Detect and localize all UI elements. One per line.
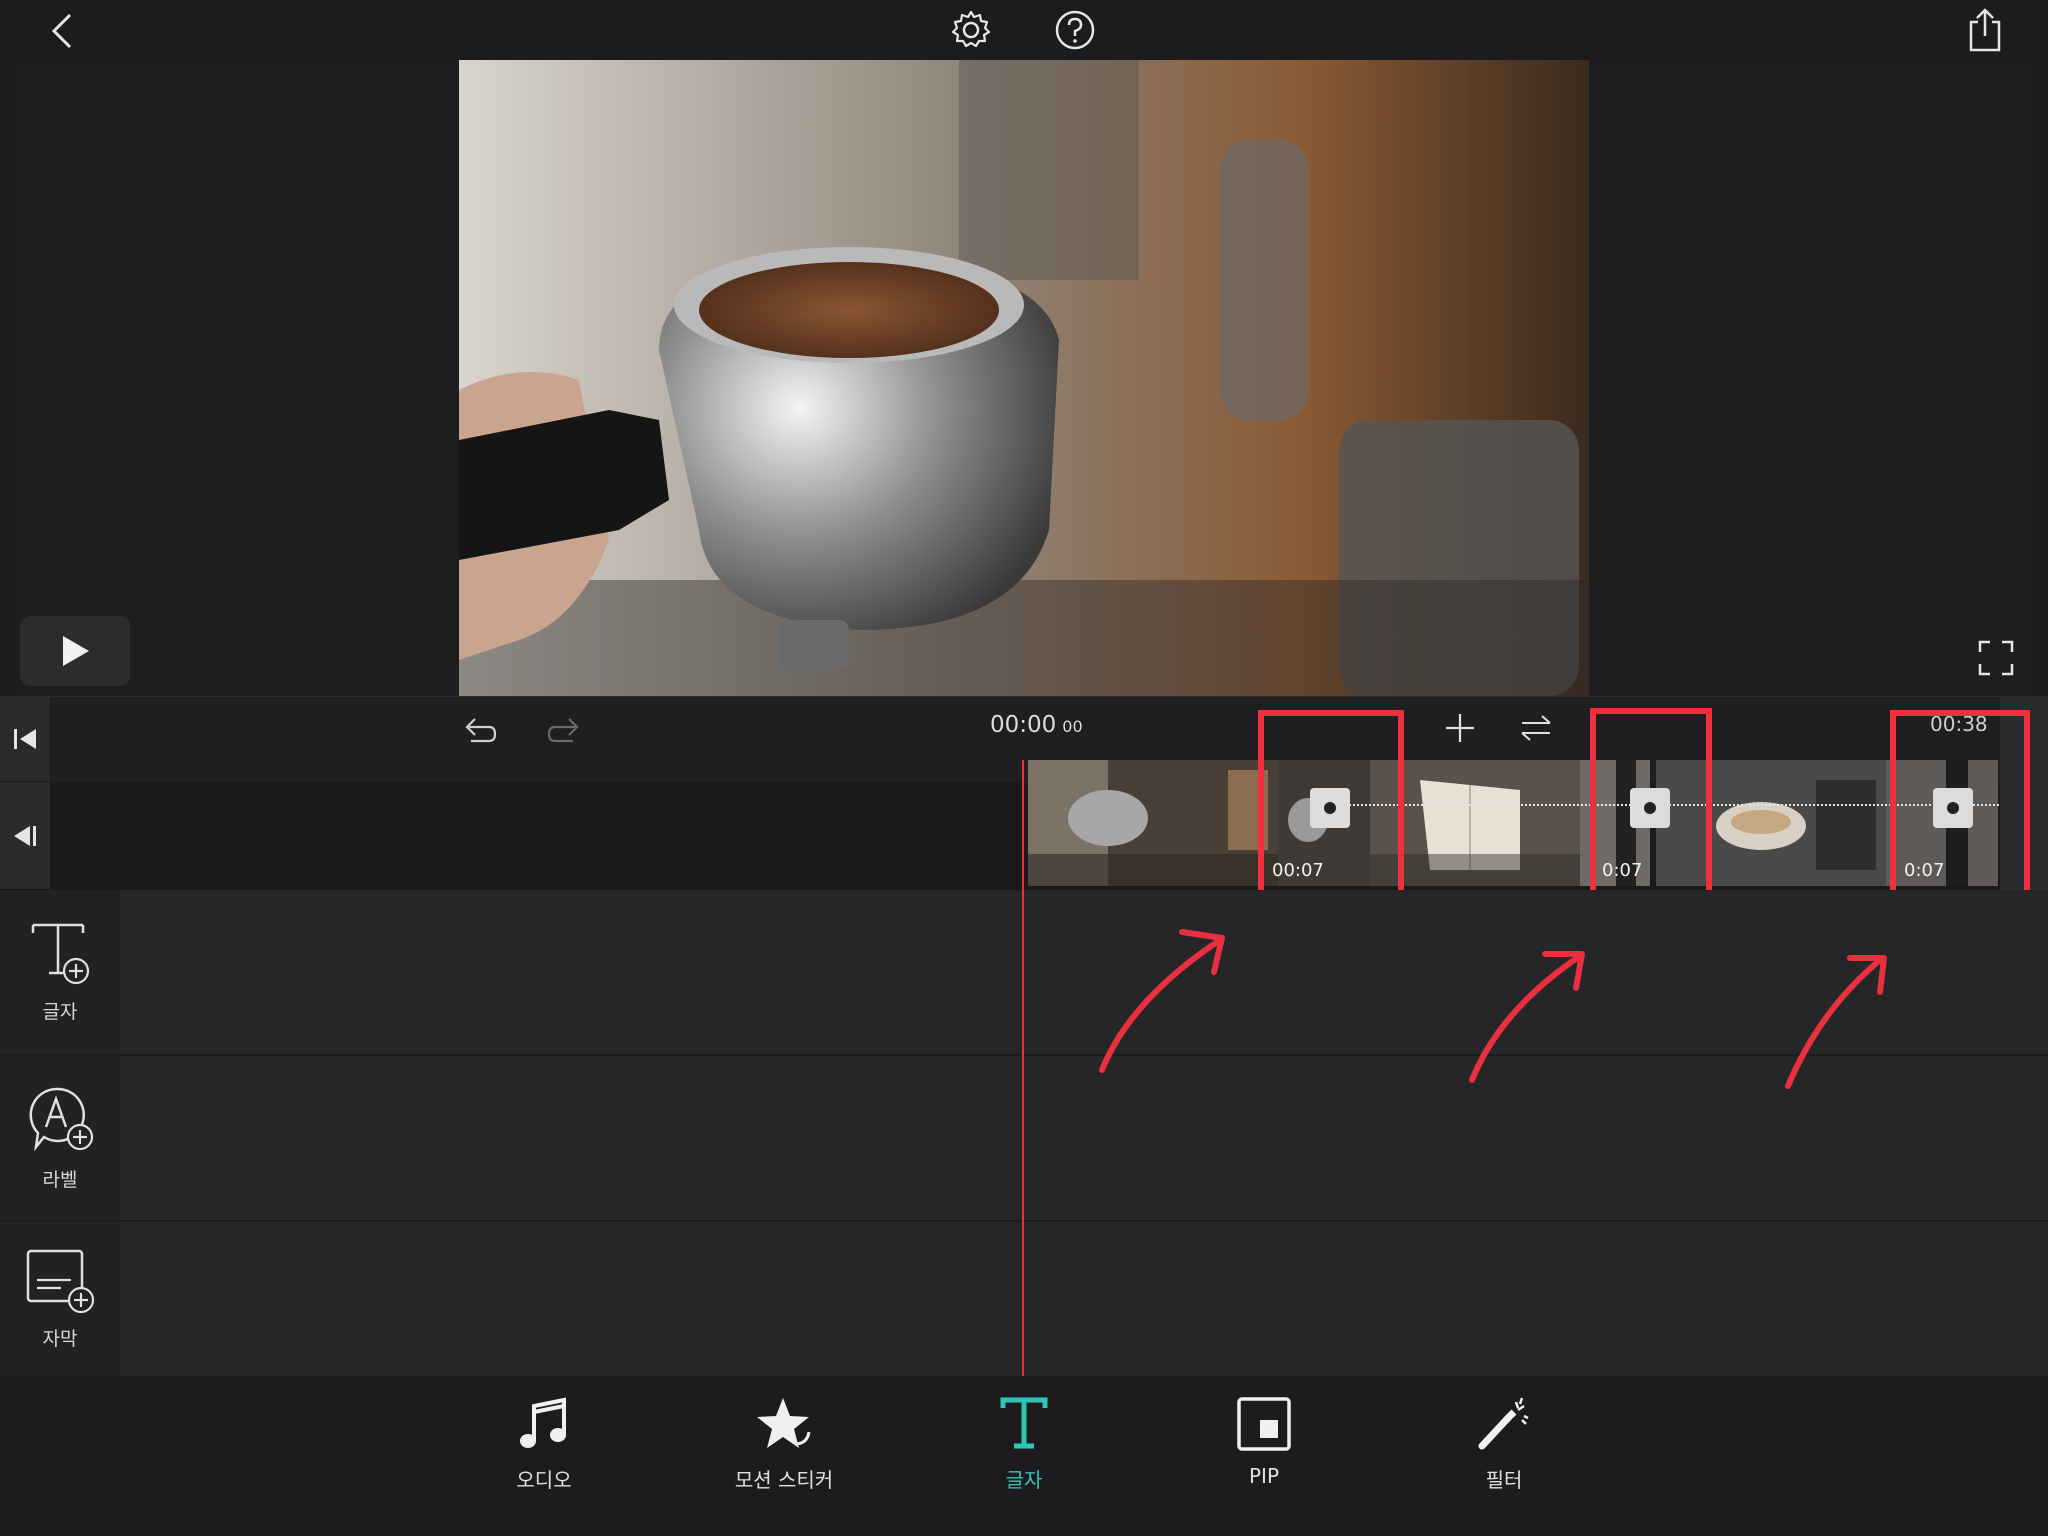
tool-filter-label: 필터 bbox=[1485, 1468, 1523, 1492]
tool-text-label: 글자 bbox=[1005, 1468, 1043, 1492]
tool-text[interactable]: 글자 bbox=[944, 1396, 1104, 1493]
annotation-box-2 bbox=[1590, 708, 1712, 918]
current-time-display: 00:00 00 bbox=[990, 712, 1120, 742]
label-track[interactable] bbox=[0, 1056, 2048, 1222]
bottom-toolbar: 오디오 모션 스티커 글자 PIP 필터 bbox=[0, 1376, 2048, 1536]
video-frame-image bbox=[459, 60, 1589, 696]
label-track-button[interactable]: 라벨 bbox=[0, 1056, 120, 1220]
tool-audio-label: 오디오 bbox=[516, 1468, 572, 1492]
undo-icon bbox=[465, 718, 497, 743]
share-button[interactable] bbox=[1962, 4, 2008, 56]
subtitle-track[interactable] bbox=[0, 1222, 2048, 1376]
help-button[interactable] bbox=[1052, 7, 1098, 53]
pip-icon bbox=[1237, 1397, 1291, 1451]
step-back-icon bbox=[14, 825, 36, 846]
fullscreen-button[interactable] bbox=[1968, 630, 2024, 686]
tool-audio[interactable]: 오디오 bbox=[464, 1396, 624, 1493]
swap-arrows-icon bbox=[1521, 715, 1551, 741]
add-clip-button[interactable] bbox=[1440, 706, 1480, 750]
music-note-icon bbox=[520, 1397, 566, 1448]
text-icon bbox=[1000, 1397, 1048, 1449]
text-track[interactable] bbox=[0, 890, 2048, 1056]
label-track-label: 라벨 bbox=[42, 1168, 78, 1191]
redo-icon bbox=[547, 718, 579, 743]
text-add-icon bbox=[31, 923, 90, 984]
annotation-box-3 bbox=[1890, 710, 2030, 918]
settings-button[interactable] bbox=[946, 7, 996, 53]
playhead[interactable] bbox=[1022, 760, 1024, 1376]
top-bar bbox=[0, 0, 2048, 60]
text-track-label: 글자 bbox=[42, 1000, 78, 1023]
play-button[interactable] bbox=[20, 616, 130, 686]
text-track-button[interactable]: 글자 bbox=[0, 890, 120, 1054]
star-sticker-icon bbox=[757, 1398, 811, 1448]
skip-start-icon bbox=[14, 728, 36, 749]
annotation-box-1 bbox=[1258, 710, 1404, 918]
current-time: 00:00 bbox=[990, 712, 1057, 738]
current-frames: 00 bbox=[1062, 717, 1083, 736]
magic-wand-icon bbox=[1478, 1397, 1529, 1450]
back-button[interactable] bbox=[38, 8, 84, 54]
label-add-icon bbox=[29, 1087, 94, 1151]
fullscreen-icon bbox=[1978, 640, 2014, 676]
redo-button[interactable] bbox=[540, 706, 588, 752]
subtitle-track-label: 자막 bbox=[42, 1327, 78, 1350]
video-clip-1[interactable] bbox=[1028, 760, 1278, 886]
tool-filter[interactable]: 필터 bbox=[1424, 1396, 1584, 1493]
share-icon bbox=[1969, 8, 2001, 52]
plus-icon bbox=[1446, 714, 1474, 742]
swap-button[interactable] bbox=[1516, 706, 1556, 750]
video-preview[interactable] bbox=[459, 60, 1589, 696]
play-icon bbox=[63, 636, 89, 666]
tool-motion-sticker-label: 모션 스티커 bbox=[734, 1468, 834, 1492]
step-back-button[interactable] bbox=[0, 782, 50, 890]
jump-to-start-button[interactable] bbox=[0, 696, 50, 782]
chevron-left-icon bbox=[51, 13, 72, 49]
clip-thumbnail bbox=[1028, 760, 1278, 886]
subtitle-track-button[interactable]: 자막 bbox=[0, 1222, 120, 1376]
gear-icon bbox=[951, 10, 991, 48]
subtitle-add-icon bbox=[26, 1249, 95, 1313]
tool-pip[interactable]: PIP bbox=[1184, 1396, 1344, 1488]
tool-motion-sticker[interactable]: 모션 스티커 bbox=[704, 1396, 864, 1493]
help-icon bbox=[1055, 10, 1095, 50]
undo-button[interactable] bbox=[456, 706, 504, 752]
tool-pip-label: PIP bbox=[1248, 1464, 1280, 1488]
